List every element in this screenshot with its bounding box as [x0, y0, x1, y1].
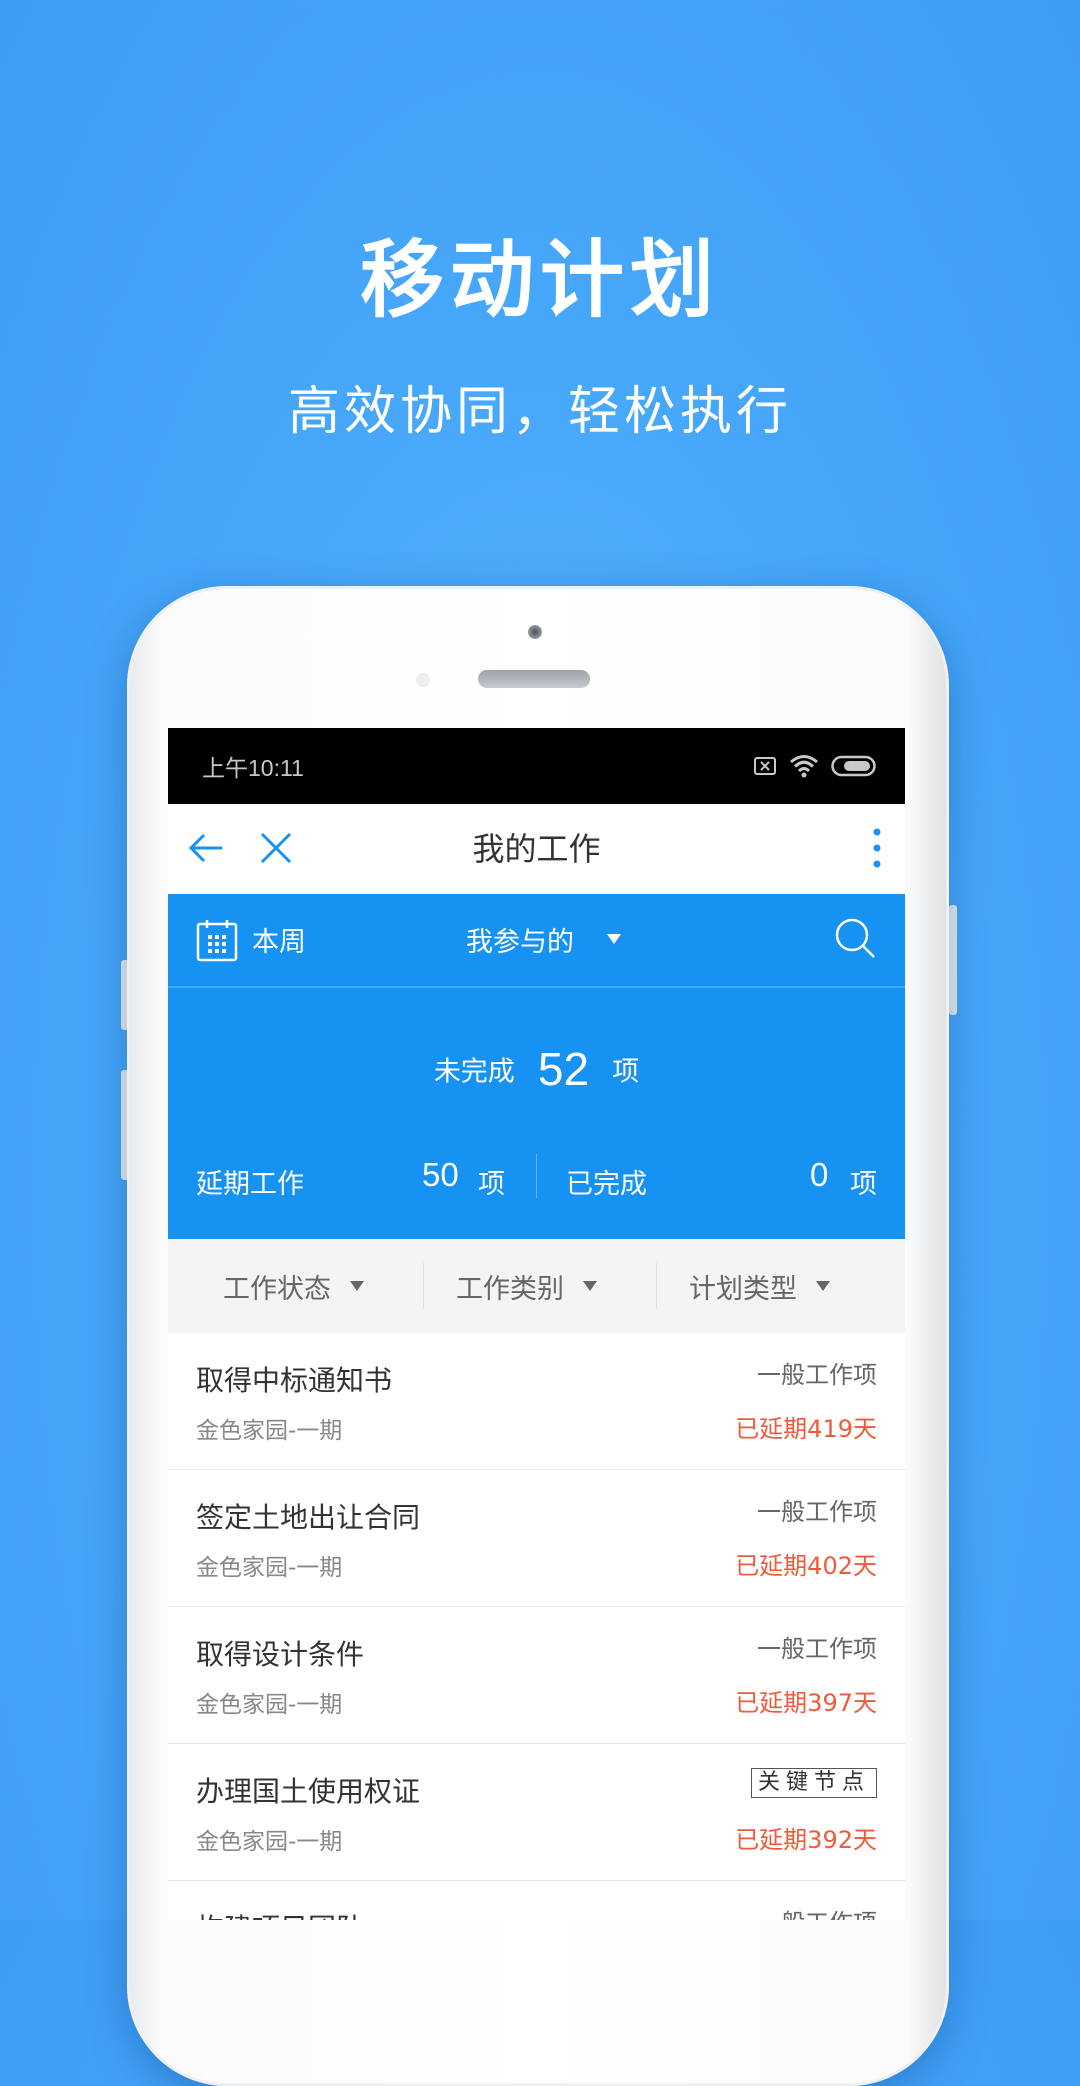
completed-label[interactable]: 已完成: [566, 1162, 647, 1201]
list-item[interactable]: 取得中标通知书 金色家园-一期 一般工作项 已延期419天: [168, 1333, 905, 1470]
list-item[interactable]: 构建项目团队 一般工作项: [168, 1881, 905, 1920]
hero-subtitle: 高效协同，轻松执行: [287, 382, 792, 442]
more-vertical-icon: [873, 828, 881, 868]
more-button[interactable]: [869, 826, 885, 874]
earpiece-speaker: [478, 670, 590, 688]
delayed-label[interactable]: 延期工作: [196, 1162, 304, 1201]
search-icon: [835, 918, 875, 958]
hero-title: 移动计划: [359, 231, 720, 329]
period-label[interactable]: 本周: [252, 920, 306, 959]
unit-label: 项: [850, 1169, 877, 1200]
participation-filter[interactable]: 我参与的: [466, 920, 574, 959]
caret-down-icon: [350, 1281, 364, 1291]
calendar-icon: [196, 920, 238, 962]
status-time: 上午10:11: [202, 755, 304, 781]
incomplete-count: 52: [537, 1043, 590, 1095]
incomplete-label: 未完成: [433, 1056, 515, 1088]
filter-label: 计划类型: [689, 1273, 797, 1305]
phone-screen: 上午10:11 我的工作 本周 我参与的 未完成 52 项 延期工作 50 项 …: [168, 728, 905, 1920]
item-title: 办理国土使用权证: [196, 1775, 421, 1808]
unit-label: 项: [612, 1056, 640, 1088]
caret-down-icon: [816, 1281, 830, 1291]
filter-plan-type[interactable]: 计划类型: [644, 1239, 876, 1333]
front-camera: [528, 625, 542, 639]
caret-down-icon: [583, 1281, 597, 1291]
sim-x-icon: [754, 757, 776, 775]
item-type: 一般工作项: [757, 1361, 877, 1389]
summary-panel: 本周 我参与的 未完成 52 项 延期工作 50 项 已完成 0 项: [168, 894, 905, 1239]
list-item[interactable]: 办理国土使用权证 金色家园-一期 关键节点 已延期392天: [168, 1744, 905, 1881]
app-bar: 我的工作: [168, 804, 905, 894]
phone-side-button: [949, 905, 957, 1015]
battery-icon: [831, 755, 876, 777]
incomplete-summary[interactable]: 未完成 52 项: [168, 1042, 905, 1096]
search-button[interactable]: [833, 916, 877, 964]
page-title: 我的工作: [472, 830, 601, 868]
stats-row: 延期工作 50 项 已完成 0 项: [168, 1154, 905, 1204]
item-title: 签定土地出让合同: [196, 1501, 421, 1534]
item-type: 一般工作项: [757, 1498, 877, 1526]
status-bar: 上午10:11: [168, 728, 905, 804]
list-item[interactable]: 签定土地出让合同 金色家园-一期 一般工作项 已延期402天: [168, 1470, 905, 1607]
item-delay: 已延期392天: [735, 1826, 877, 1854]
key-node-badge: 关键节点: [750, 1768, 877, 1798]
item-type: 一般工作项: [757, 1635, 877, 1663]
list-item[interactable]: 取得设计条件 金色家园-一期 一般工作项 已延期397天: [168, 1607, 905, 1744]
item-project: 金色家园-一期: [196, 1692, 343, 1718]
work-list: 取得中标通知书 金色家园-一期 一般工作项 已延期419天 签定土地出让合同 金…: [168, 1333, 905, 1920]
proximity-sensor: [416, 673, 430, 687]
filter-label: 工作类别: [456, 1273, 564, 1305]
item-type: 一般工作项: [757, 1903, 877, 1920]
status-icons: [753, 754, 877, 778]
item-title: 构建项目团队: [196, 1907, 364, 1920]
completed-count: 0: [810, 1156, 829, 1193]
item-title: 取得中标通知书: [196, 1364, 393, 1397]
item-delay: 已延期402天: [735, 1552, 877, 1580]
filter-work-category[interactable]: 工作类别: [411, 1239, 643, 1333]
filter-work-status[interactable]: 工作状态: [178, 1239, 410, 1333]
unit-label: 项: [478, 1169, 505, 1200]
caret-down-icon: [605, 931, 623, 950]
filter-label: 工作状态: [223, 1273, 331, 1305]
item-delay: 已延期419天: [735, 1415, 877, 1443]
calendar-button[interactable]: [196, 918, 238, 966]
item-project: 金色家园-一期: [196, 1418, 343, 1444]
item-title: 取得设计条件: [196, 1638, 365, 1671]
item-project: 金色家园-一期: [196, 1555, 343, 1581]
divider: [536, 1154, 537, 1198]
wifi-icon: [790, 755, 818, 778]
filter-toolbar: 本周 我参与的: [168, 894, 905, 988]
list-filter-bar: 工作状态 工作类别 计划类型: [168, 1239, 905, 1333]
item-delay: 已延期397天: [735, 1689, 877, 1717]
item-project: 金色家园-一期: [196, 1829, 343, 1855]
delayed-count: 50: [422, 1156, 459, 1193]
